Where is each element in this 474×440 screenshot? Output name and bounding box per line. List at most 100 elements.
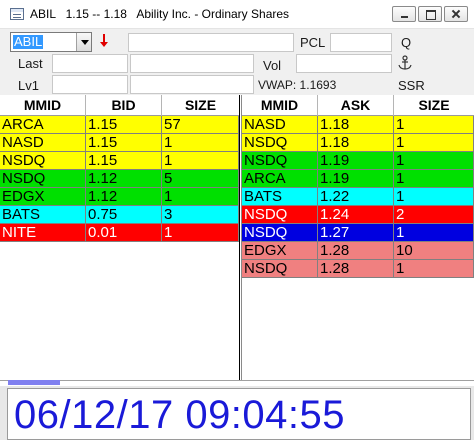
ask-mmid-cell: BATS [242, 188, 318, 206]
scrollbar-thumb[interactable] [8, 380, 60, 385]
ask-price-cell: 1.28 [318, 260, 394, 278]
ask-row[interactable]: EDGX 1.28 10 [242, 242, 474, 260]
ask-row[interactable]: BATS 1.22 1 [242, 188, 474, 206]
bid-price-cell: 1.15 [86, 152, 162, 170]
ask-header-price[interactable]: ASK [318, 95, 394, 116]
clock-datetime: 06/12/17 09:04:55 [14, 393, 346, 437]
ask-mmid-cell: NSDQ [242, 224, 318, 242]
ask-header: MMID ASK SIZE [242, 95, 474, 116]
bid-mmid-cell: NITE [0, 224, 86, 242]
bid-row[interactable]: NASD 1.15 1 [0, 134, 239, 152]
vol-field[interactable] [296, 54, 392, 73]
arrow-down-icon [100, 34, 108, 47]
ask-row[interactable]: NSDQ 1.19 1 [242, 152, 474, 170]
level2-header-form: ABIL PCL Q Last Vol Lv1 VWAP: 1.1693 SSR [0, 29, 474, 95]
ask-price-cell: 1.18 [318, 116, 394, 134]
clock-panel: 06/12/17 09:04:55 [0, 386, 474, 440]
window-title: ABIL 1.15 -- 1.18 Ability Inc. - Ordinar… [30, 7, 289, 21]
ask-price-cell: 1.22 [318, 188, 394, 206]
bid-row[interactable]: NSDQ 1.15 1 [0, 152, 239, 170]
ask-mmid-cell: EDGX [242, 242, 318, 260]
ask-size-cell: 1 [394, 134, 474, 152]
bid-mmid-cell: NSDQ [0, 152, 86, 170]
bid-header-mmid[interactable]: MMID [0, 95, 86, 116]
ask-header-size[interactable]: SIZE [394, 95, 474, 116]
ask-mmid-cell: NASD [242, 116, 318, 134]
ask-book: MMID ASK SIZE NASD 1.18 1 NSDQ 1.18 1 NSDQ 1.19… [242, 95, 474, 380]
title-range: 1.15 -- 1.18 [65, 7, 127, 21]
bid-size-cell: 3 [162, 206, 239, 224]
ask-row[interactable]: NSDQ 1.28 1 [242, 260, 474, 278]
ask-price-cell: 1.18 [318, 134, 394, 152]
bid-header-price[interactable]: BID [86, 95, 162, 116]
ask-mmid-cell: NSDQ [242, 152, 318, 170]
symbol-combobox[interactable]: ABIL [10, 32, 92, 52]
bid-header: MMID BID SIZE [0, 95, 239, 116]
bid-row[interactable]: NSDQ 1.12 5 [0, 170, 239, 188]
ask-row[interactable]: NSDQ 1.18 1 [242, 134, 474, 152]
clock-box: 06/12/17 09:04:55 [7, 388, 471, 440]
bid-row[interactable]: EDGX 1.12 1 [0, 188, 239, 206]
ask-mmid-cell: ARCA [242, 170, 318, 188]
maximize-button[interactable] [418, 6, 442, 22]
lv1-extra-field[interactable] [130, 75, 254, 94]
bid-size-cell: 57 [162, 116, 239, 134]
lv1-label: Lv1 [18, 78, 39, 93]
title-ticker: ABIL [30, 7, 56, 21]
bid-size-cell: 5 [162, 170, 239, 188]
vwap-text: VWAP: 1.1693 [258, 78, 337, 92]
ask-mmid-cell: NSDQ [242, 206, 318, 224]
ask-row[interactable]: ARCA 1.19 1 [242, 170, 474, 188]
title-company: Ability Inc. - Ordinary Shares [136, 7, 290, 21]
bid-mmid-cell: ARCA [0, 116, 86, 134]
ask-row[interactable]: NSDQ 1.24 2 [242, 206, 474, 224]
company-name-field[interactable] [128, 33, 294, 52]
bid-price-cell: 1.15 [86, 116, 162, 134]
chevron-down-icon[interactable] [76, 33, 91, 51]
ask-price-cell: 1.19 [318, 152, 394, 170]
bid-size-cell: 1 [162, 188, 239, 206]
pcl-field[interactable] [330, 33, 392, 52]
bid-price-cell: 1.12 [86, 170, 162, 188]
bid-price-cell: 0.75 [86, 206, 162, 224]
lv1-field[interactable] [52, 75, 128, 94]
last-label: Last [18, 56, 43, 71]
bid-mmid-cell: EDGX [0, 188, 86, 206]
bid-mmid-cell: NASD [0, 134, 86, 152]
minimize-button[interactable] [392, 6, 416, 22]
ask-header-mmid[interactable]: MMID [242, 95, 318, 116]
ask-row[interactable]: NASD 1.18 1 [242, 116, 474, 134]
ask-mmid-cell: NSDQ [242, 134, 318, 152]
bid-mmid-cell: BATS [0, 206, 86, 224]
ask-size-cell: 1 [394, 224, 474, 242]
q-label: Q [401, 35, 412, 50]
ask-price-cell: 1.19 [318, 170, 394, 188]
vol-label: Vol [263, 58, 282, 73]
close-button[interactable] [444, 6, 468, 22]
bid-row[interactable]: NITE 0.01 1 [0, 224, 239, 242]
ask-size-cell: 1 [394, 152, 474, 170]
ask-size-cell: 10 [394, 242, 474, 260]
ask-price-cell: 1.27 [318, 224, 394, 242]
app-window-icon [10, 8, 24, 20]
title-bar: ABIL 1.15 -- 1.18 Ability Inc. - Ordinar… [0, 0, 474, 29]
bid-mmid-cell: NSDQ [0, 170, 86, 188]
bid-price-cell: 1.15 [86, 134, 162, 152]
ask-row[interactable]: NSDQ 1.27 1 [242, 224, 474, 242]
bid-header-size[interactable]: SIZE [162, 95, 239, 116]
bid-row[interactable]: ARCA 1.15 57 [0, 116, 239, 134]
bid-row[interactable]: BATS 0.75 3 [0, 206, 239, 224]
ssr-label: SSR [398, 78, 425, 93]
ask-size-cell: 1 [394, 170, 474, 188]
ask-size-cell: 1 [394, 188, 474, 206]
ask-size-cell: 2 [394, 206, 474, 224]
pcl-label: PCL [300, 35, 326, 50]
change-field[interactable] [130, 54, 254, 73]
bid-size-cell: 1 [162, 224, 239, 242]
ask-price-cell: 1.24 [318, 206, 394, 224]
last-field[interactable] [52, 54, 128, 73]
symbol-value[interactable]: ABIL [13, 35, 44, 49]
ask-size-cell: 1 [394, 116, 474, 134]
ask-price-cell: 1.28 [318, 242, 394, 260]
anchor-icon[interactable] [397, 55, 413, 71]
